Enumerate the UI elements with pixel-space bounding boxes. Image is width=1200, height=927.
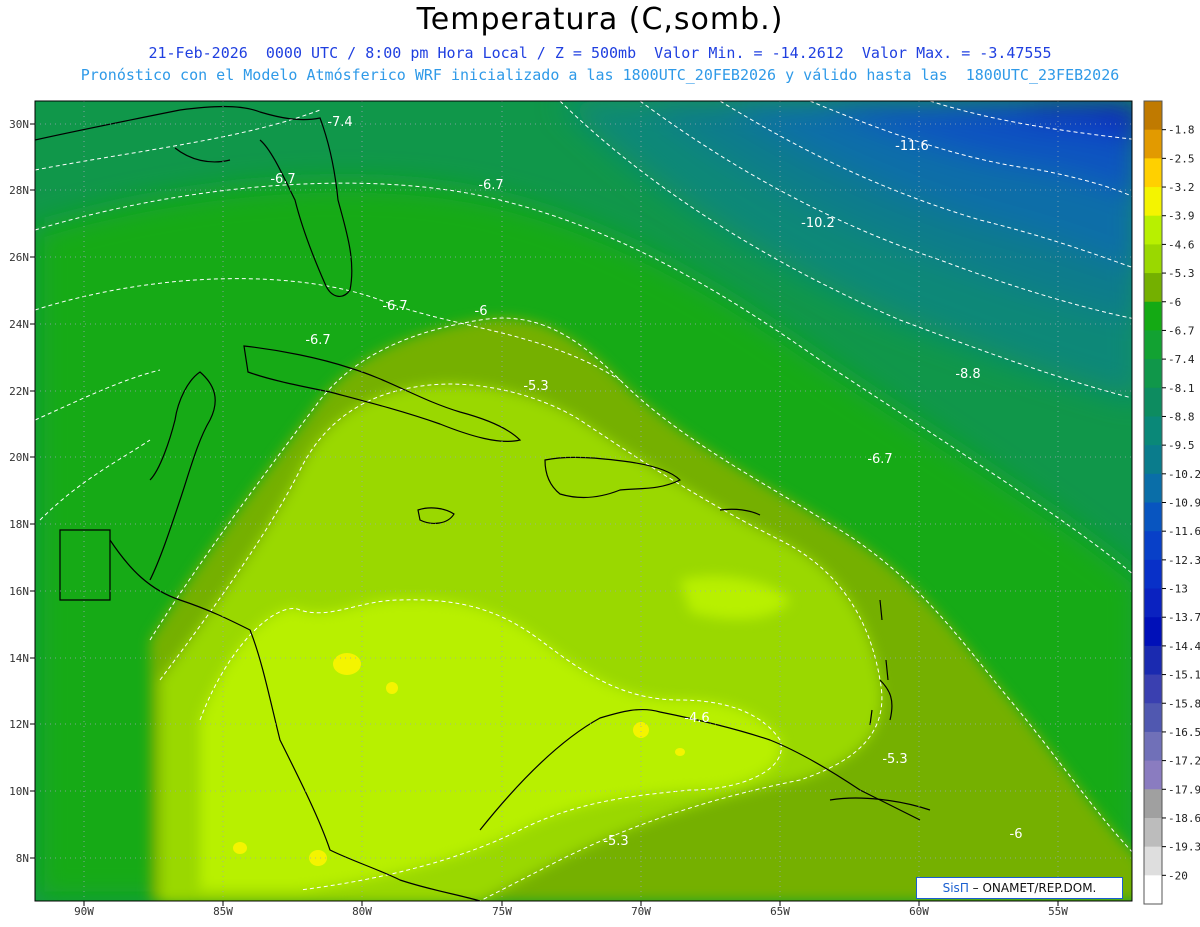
lon-label: 85W: [213, 905, 233, 918]
colorbar-swatch: [1144, 473, 1162, 503]
colorbar-label: -17.2: [1168, 755, 1200, 768]
colorbar: -1.8 -2.5 -3.2 -3.9 -4.6 -5.3 -6 -6.7 -7.4 -8.1 -8…: [1143, 100, 1200, 905]
lon-label: 75W: [492, 905, 512, 918]
colorbar-swatch: [1144, 531, 1162, 561]
longitude-labels: 90W 85W 80W 75W 70W 65W 60W 55W: [74, 901, 1068, 918]
lat-label: 18N: [9, 518, 29, 531]
colorbar-swatch: [1144, 588, 1162, 618]
colorbar-label: -3.9: [1168, 210, 1195, 223]
latitude-labels: 30N 28N 26N 24N 22N 20N 18N 16N 14N 12N 10N 8N: [9, 118, 35, 865]
colorbar-label: -18.6: [1168, 812, 1200, 825]
contour-label: -5.3: [603, 834, 628, 849]
colorbar-swatch: [1144, 645, 1162, 676]
colorbar-label: -16.5: [1168, 726, 1200, 739]
contour-label: -5.3: [523, 379, 548, 394]
colorbar-swatch: [1144, 703, 1162, 733]
contour-label: -6.7: [270, 172, 295, 187]
sispi-logo: SisΠ: [942, 881, 969, 895]
lat-label: 14N: [9, 652, 29, 665]
colorbar-swatch: [1144, 244, 1162, 274]
colorbar-swatch: [1144, 445, 1162, 475]
contour-label: -6.7: [478, 178, 503, 193]
temperature-field: [35, 101, 1132, 901]
lat-label: 10N: [9, 785, 29, 798]
colorbar-label: -13.7: [1168, 611, 1200, 624]
colorbar-label: -13: [1168, 583, 1188, 596]
contour-label: -11.6: [895, 139, 929, 154]
colorbar-swatch: [1144, 846, 1162, 876]
colorbar-label: -10.9: [1168, 497, 1200, 510]
colorbar-label: -9.5: [1168, 439, 1195, 452]
lon-label: 90W: [74, 905, 94, 918]
colorbar-label: -15.8: [1168, 697, 1200, 710]
contour-label: -6.7: [382, 299, 407, 314]
colorbar-label: -15.1: [1168, 669, 1200, 682]
colorbar-swatch: [1144, 875, 1162, 905]
lat-label: 22N: [9, 385, 29, 398]
contour-label: -7.4: [327, 115, 352, 130]
contour-label: -6: [475, 304, 488, 319]
lon-label: 80W: [352, 905, 372, 918]
colorbar-swatch: [1144, 731, 1162, 762]
colorbar-swatch: [1144, 273, 1162, 303]
colorbar-label: -3.2: [1168, 181, 1195, 194]
colorbar-label: -12.3: [1168, 554, 1200, 567]
colorbar-swatch: [1144, 359, 1162, 389]
contour-label: -10.2: [801, 216, 835, 231]
colorbar-swatch: [1144, 129, 1162, 159]
lon-label: 65W: [770, 905, 790, 918]
colorbar-swatch: [1144, 760, 1162, 790]
colorbar-swatch: [1144, 330, 1162, 360]
lat-label: 24N: [9, 318, 29, 331]
lon-label: 70W: [631, 905, 651, 918]
contour-label: -8.8: [955, 367, 980, 382]
colorbar-label: -1.8: [1168, 124, 1195, 137]
colorbar-label: -8.1: [1168, 382, 1195, 395]
colorbar-label: -14.4: [1168, 640, 1200, 653]
colorbar-swatch: [1144, 158, 1162, 188]
lat-label: 12N: [9, 718, 29, 731]
colorbar-swatch: [1144, 187, 1162, 217]
lat-label: 8N: [16, 852, 29, 865]
colorbar-swatch: [1144, 674, 1162, 704]
lat-label: 30N: [9, 118, 29, 131]
colorbar-swatch: [1144, 215, 1162, 245]
colorbar-swatch: [1144, 502, 1162, 532]
colorbar-swatch: [1144, 416, 1162, 446]
colorbar-label: -10.2: [1168, 468, 1200, 481]
contour-label: -6: [1010, 827, 1023, 842]
temperature-map: 30N 28N 26N 24N 22N 20N 18N 16N 14N 12N 10N 8N 90W 8…: [9, 100, 1200, 918]
lon-label: 60W: [909, 905, 929, 918]
colorbar-label: -6.7: [1168, 324, 1195, 337]
colorbar-swatch: [1144, 301, 1162, 331]
credit-box: SisΠ – ONAMET/REP.DOM.: [916, 877, 1123, 899]
colorbar-label: -19.3: [1168, 841, 1200, 854]
lat-label: 26N: [9, 251, 29, 264]
colorbar-label: -17.9: [1168, 783, 1200, 796]
colorbar-label: -6: [1168, 296, 1181, 309]
lon-label: 55W: [1048, 905, 1068, 918]
credit-text: – ONAMET/REP.DOM.: [968, 881, 1097, 895]
colorbar-swatch: [1144, 101, 1162, 131]
colorbar-swatch: [1144, 789, 1162, 819]
contour-label: -6.7: [305, 333, 330, 348]
colorbar-swatch: [1144, 817, 1162, 848]
colorbar-label: -4.6: [1168, 238, 1195, 251]
lat-label: 16N: [9, 585, 29, 598]
colorbar-label: -2.5: [1168, 152, 1195, 165]
colorbar-label: -7.4: [1168, 353, 1195, 366]
lat-label: 20N: [9, 451, 29, 464]
contour-label: -5.3: [882, 752, 907, 767]
colorbar-label: -5.3: [1168, 267, 1195, 280]
colorbar-swatch: [1144, 387, 1162, 417]
colorbar-label: -20: [1168, 869, 1188, 882]
colorbar-label: -8.8: [1168, 410, 1195, 423]
colorbar-swatch: [1144, 617, 1162, 647]
contour-label: -6.7: [867, 452, 892, 467]
lat-label: 28N: [9, 184, 29, 197]
colorbar-label: -11.6: [1168, 525, 1200, 538]
colorbar-swatch: [1144, 559, 1162, 590]
contour-label: -4.6: [684, 711, 709, 726]
